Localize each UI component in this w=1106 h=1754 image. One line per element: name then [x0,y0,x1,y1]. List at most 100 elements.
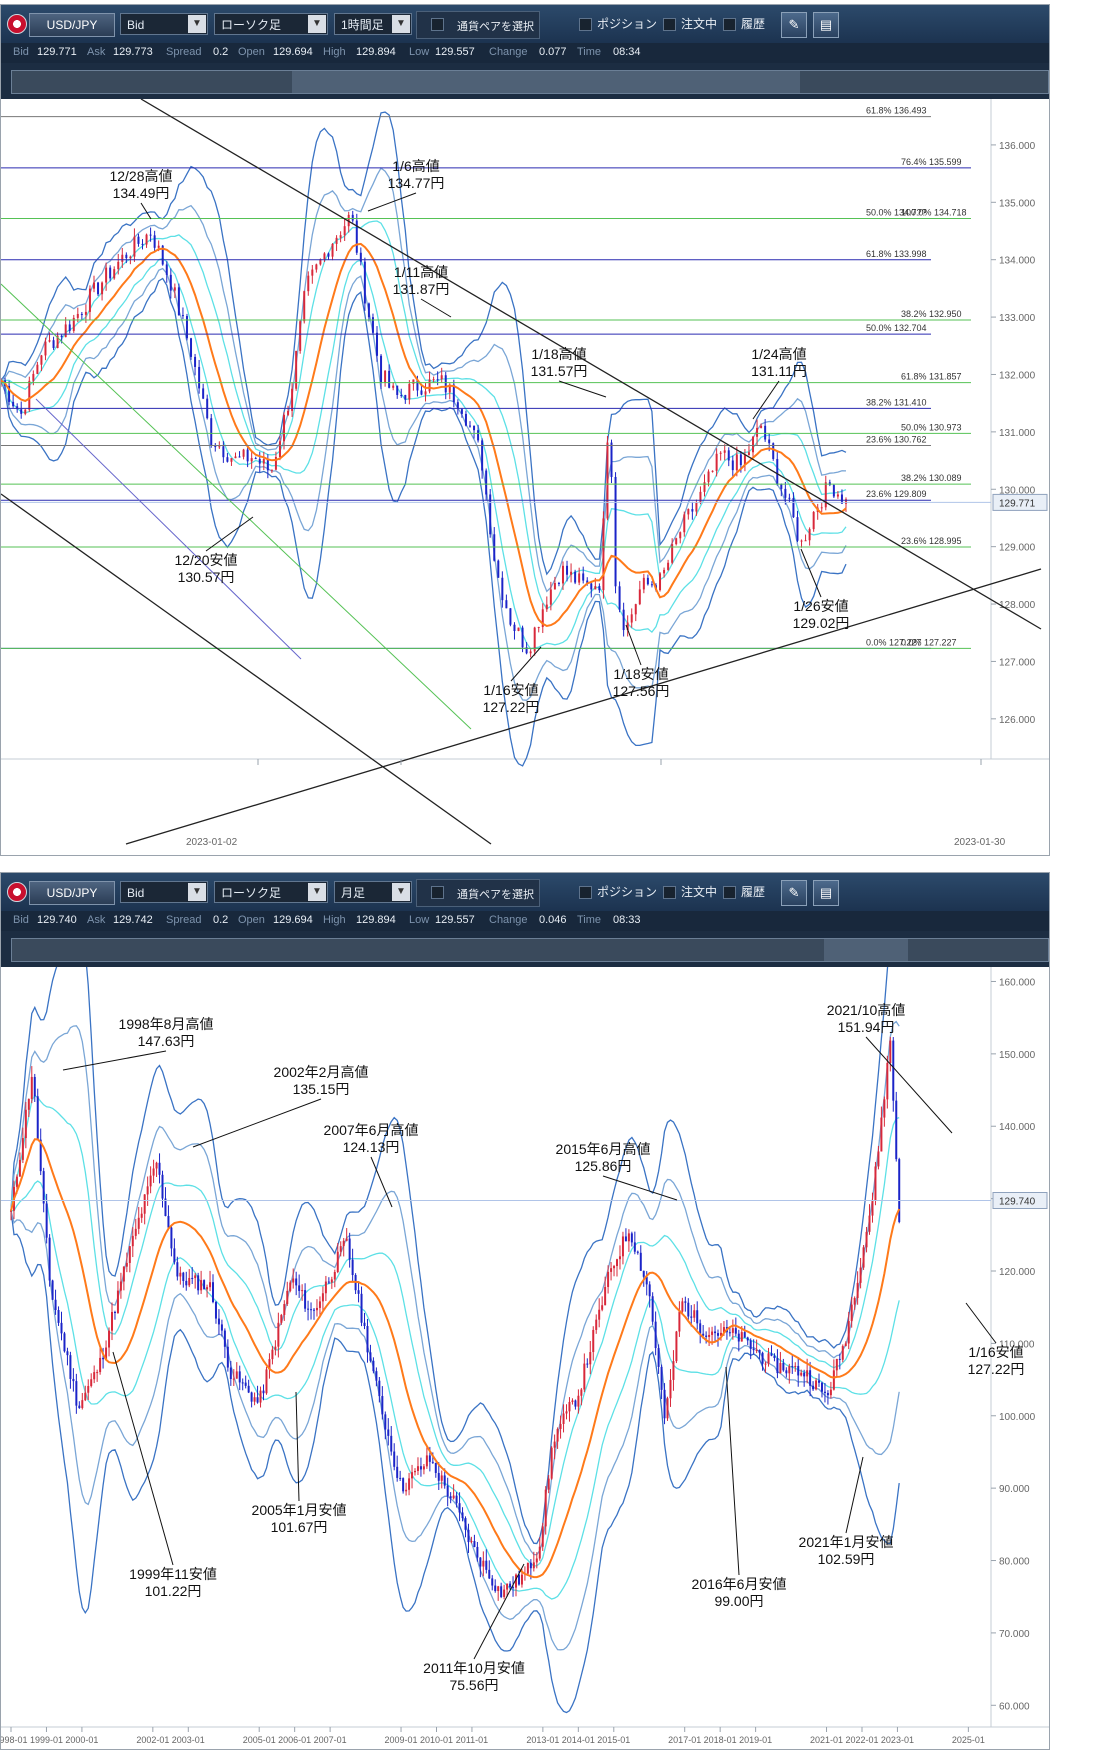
popout-icon[interactable]: ↗ [1081,15,1099,33]
currency-pair-button[interactable]: USD/JPY [29,13,115,37]
candle-body [286,1290,289,1305]
candle-body [351,214,354,221]
candle-body [788,1366,791,1374]
candle-body [883,1099,886,1118]
candle-body [366,1326,369,1353]
candle-body [425,1455,428,1467]
y-tick-label: 132.000 [999,370,1036,381]
popout-icon[interactable]: ↗ [1081,883,1099,901]
candle-body [681,1301,684,1312]
orders-checkbox[interactable] [663,18,676,31]
annotation-price: 99.00円 [714,1593,763,1609]
candle-body [108,1330,111,1348]
gear-icon[interactable]: ⚙ [1057,883,1075,901]
candle-body [752,436,755,453]
candle-body [161,1174,164,1199]
candle-body [244,1382,247,1386]
position-checkbox[interactable] [579,18,592,31]
candle-body [650,584,653,586]
candle-body [838,1358,841,1360]
navigator-window[interactable] [292,71,800,93]
annotation-price: 135.15円 [293,1081,350,1097]
annotation-price: 101.67円 [271,1519,328,1535]
navigator-scrollbar[interactable] [11,70,1049,94]
window-icon[interactable]: ▤ [813,880,839,906]
gear-icon[interactable]: ⚙ [1057,15,1075,33]
candle-body [755,1349,758,1351]
candle-body [791,1366,794,1368]
select-pair-checkbox[interactable] [431,886,444,899]
select-pair-button[interactable]: 通貨ペアを選択 [416,879,540,907]
candle-body [52,340,55,349]
spread-value: 0.2 [213,914,229,926]
position-checkbox[interactable] [579,886,592,899]
candle-body [116,1290,119,1314]
candle-body [87,1386,90,1393]
candle-body [440,375,443,380]
candle-body [479,1557,482,1567]
candle-body [734,1328,737,1334]
annotation-arrow [192,1098,322,1148]
annotation-price: 147.63円 [138,1033,195,1049]
select-pair-button[interactable]: 通貨ペアを選択 [416,11,540,39]
candle-body [169,274,172,291]
candle-body [731,1328,734,1333]
candle-body [735,454,738,471]
timeframe-select[interactable]: 1時間足 ▼ [334,13,412,35]
history-checkbox[interactable] [723,886,736,899]
fibonacci-label: 50.0% 130.973 [901,422,962,432]
chart-style-select[interactable]: ローソク足 ▼ [214,13,328,35]
candle-body [444,375,447,393]
select-pair-label: 通貨ペアを選択 [457,889,534,901]
select-pair-checkbox[interactable] [431,18,444,31]
price-type-select[interactable]: Bid ▼ [120,13,208,35]
navigator-scrollbar[interactable] [11,938,1049,962]
candle-body [167,1216,170,1228]
candle-body [654,1321,657,1349]
candle-body [335,237,338,244]
y-tick-label: 80.000 [999,1557,1030,1568]
navigator-window[interactable] [824,939,908,961]
annotation-arrow [205,516,254,552]
candle-body [149,234,152,236]
candle-body [460,409,463,414]
candle-body [590,583,593,590]
candle-body [614,476,617,587]
candle-body [687,1302,690,1317]
candle-body [806,1370,809,1377]
candle-body [298,1285,301,1291]
chart-style-select[interactable]: ローソク足 ▼ [214,881,328,903]
candle-body [458,1503,461,1513]
draw-tool-icon[interactable]: ✎ [781,880,807,906]
currency-pair-button[interactable]: USD/JPY [29,881,115,905]
price-type-select[interactable]: Bid ▼ [120,881,208,903]
current-price-label: 129.740 [999,1197,1036,1208]
x-tick-label: 1998-01 [1,1735,28,1745]
history-label: 履歴 [741,885,766,899]
candle-body [392,385,395,388]
timeframe-select[interactable]: 月足 ▼ [334,881,412,903]
candle-body [109,267,112,279]
history-checkbox[interactable] [723,18,736,31]
candle-body [259,1390,262,1403]
orders-checkbox[interactable] [663,886,676,899]
candle-body [889,1040,892,1063]
candle-body [129,256,132,259]
candle-body [384,370,387,383]
fibonacci-label: 23.6% 128.995 [901,536,962,546]
candle-body [737,1333,740,1342]
candle-body [66,1351,69,1356]
window-icon[interactable]: ▤ [813,12,839,38]
candle-body [287,410,290,415]
candle-body [84,1392,87,1401]
candle-body [646,577,649,585]
x-tick-label: 2003-01 [172,1735,205,1745]
candle-body [250,458,253,462]
draw-tool-icon[interactable]: ✎ [781,12,807,38]
y-tick-label: 133.000 [999,313,1036,324]
candle-body [336,1251,339,1272]
candle-body [428,379,431,392]
fib-fan-line [35,398,302,660]
annotation-price: 125.86円 [575,1158,632,1174]
candle-body [859,1267,862,1283]
